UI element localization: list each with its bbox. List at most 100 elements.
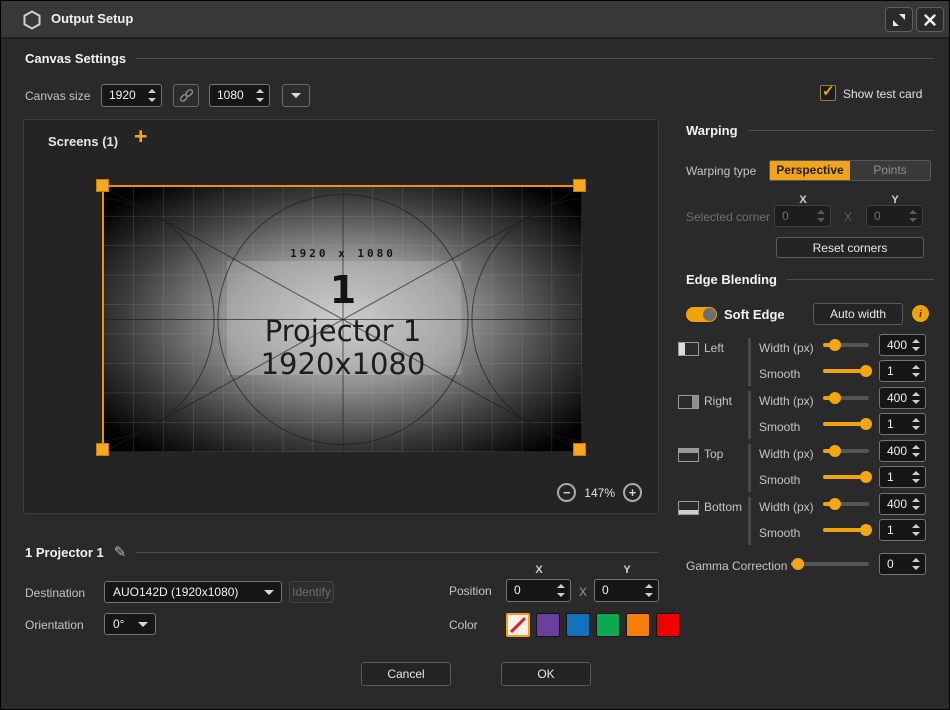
close-button[interactable] — [916, 7, 944, 32]
corner-x-value[interactable]: 0 — [782, 206, 789, 227]
slider-handle[interactable] — [860, 418, 872, 430]
width-label: Width (px) — [759, 341, 814, 355]
canvas-width-value[interactable]: 1920 — [109, 85, 136, 106]
right-smooth-slider[interactable] — [823, 417, 869, 431]
projector-screen-rect[interactable]: 1920 x 1080 1 Projector 1 1920x1080 — [102, 185, 580, 450]
zoom-in-button[interactable]: + — [623, 483, 642, 502]
left-width-slider[interactable] — [823, 338, 869, 352]
bottom-smooth-slider[interactable] — [823, 523, 869, 537]
slider-handle[interactable] — [829, 498, 841, 510]
color-swatch-purple[interactable] — [536, 613, 560, 637]
spinner-arrows[interactable] — [256, 85, 265, 106]
position-x-spinner[interactable]: 0 — [506, 579, 571, 602]
spinner-arrows[interactable] — [912, 520, 921, 540]
left-smooth-slider[interactable] — [823, 364, 869, 378]
top-smooth-value[interactable]: 1 — [887, 467, 894, 488]
slider-handle[interactable] — [860, 365, 872, 377]
cancel-button[interactable]: Cancel — [361, 662, 451, 686]
reset-corners-button[interactable]: Reset corners — [776, 237, 924, 258]
canvas-height-value[interactable]: 1080 — [217, 85, 244, 106]
slider-handle[interactable] — [792, 558, 804, 570]
destination-dropdown[interactable]: AUO142D (1920x1080) — [104, 581, 282, 603]
spinner-arrows[interactable] — [912, 494, 921, 514]
gamma-value[interactable]: 0 — [887, 554, 894, 575]
spinner-arrows[interactable] — [912, 441, 921, 461]
link-dimensions-button[interactable] — [173, 84, 199, 107]
soft-edge-toggle[interactable] — [686, 307, 717, 322]
spinner-arrows[interactable] — [912, 361, 921, 381]
identify-button[interactable]: Identify — [289, 581, 334, 603]
corner-handle-bottom-left[interactable] — [96, 443, 109, 456]
slider-handle[interactable] — [860, 524, 872, 536]
restore-window-button[interactable] — [885, 7, 913, 32]
spinner-arrows[interactable] — [912, 414, 921, 434]
show-test-card-checkbox[interactable]: ✓ — [820, 85, 836, 101]
gamma-slider[interactable] — [791, 557, 869, 571]
color-swatch-green[interactable] — [596, 613, 620, 637]
spinner-arrows[interactable] — [557, 580, 566, 601]
canvas-width-spinner[interactable]: 1920 — [101, 84, 162, 107]
corner-handle-bottom-right[interactable] — [573, 443, 586, 456]
slider-handle[interactable] — [829, 392, 841, 404]
top-width-spinner[interactable]: 400 — [879, 440, 926, 462]
screens-canvas-panel[interactable]: Screens (1) + — [23, 119, 659, 514]
app-hexagon-icon — [22, 10, 42, 30]
top-smooth-slider[interactable] — [823, 470, 869, 484]
right-width-slider[interactable] — [823, 391, 869, 405]
corner-handle-top-right[interactable] — [573, 179, 586, 192]
orientation-dropdown[interactable]: 0° — [104, 613, 156, 635]
canvas-height-spinner[interactable]: 1080 — [209, 84, 270, 107]
color-swatch-blue[interactable] — [566, 613, 590, 637]
top-smooth-spinner[interactable]: 1 — [879, 466, 926, 488]
add-screen-button[interactable]: + — [134, 125, 147, 147]
left-width-value[interactable]: 400 — [887, 335, 907, 356]
left-width-spinner[interactable]: 400 — [879, 334, 926, 356]
left-smooth-spinner[interactable]: 1 — [879, 360, 926, 382]
slider-handle[interactable] — [860, 471, 872, 483]
bottom-width-value[interactable]: 400 — [887, 494, 907, 515]
position-x-value[interactable]: 0 — [514, 580, 521, 601]
color-swatch-orange[interactable] — [626, 613, 650, 637]
toggle-knob[interactable] — [703, 308, 716, 321]
warping-type-points-button[interactable]: Points — [850, 161, 930, 180]
bottom-smooth-spinner[interactable]: 1 — [879, 519, 926, 541]
bottom-width-slider[interactable] — [823, 497, 869, 511]
top-width-value[interactable]: 400 — [887, 441, 907, 462]
right-width-value[interactable]: 400 — [887, 388, 907, 409]
slider-handle[interactable] — [829, 339, 841, 351]
spinner-arrows[interactable] — [148, 85, 157, 106]
position-y-value[interactable]: 0 — [602, 580, 609, 601]
edit-name-pencil-icon[interactable]: ✎ — [114, 543, 127, 561]
right-smooth-value[interactable]: 1 — [887, 414, 894, 435]
spinner-arrows[interactable] — [909, 206, 918, 226]
spinner-arrows[interactable] — [817, 206, 826, 226]
spinner-arrows[interactable] — [645, 580, 654, 601]
color-swatch-red[interactable] — [656, 613, 680, 637]
auto-width-button[interactable]: Auto width — [813, 303, 903, 325]
corner-x-spinner[interactable]: 0 — [774, 205, 831, 227]
bottom-smooth-value[interactable]: 1 — [887, 520, 894, 541]
spinner-arrows[interactable] — [912, 554, 921, 574]
ok-button[interactable]: OK — [501, 662, 591, 686]
slider-handle[interactable] — [829, 445, 841, 457]
corner-y-spinner[interactable]: 0 — [866, 205, 923, 227]
info-icon[interactable]: i — [912, 305, 929, 322]
bottom-width-spinner[interactable]: 400 — [879, 493, 926, 515]
right-width-spinner[interactable]: 400 — [879, 387, 926, 409]
top-width-slider[interactable] — [823, 444, 869, 458]
color-swatch-none[interactable] — [506, 613, 530, 637]
canvas-presets-dropdown-button[interactable] — [282, 84, 310, 107]
position-y-spinner[interactable]: 0 — [594, 579, 659, 602]
right-smooth-spinner[interactable]: 1 — [879, 413, 926, 435]
spinner-arrows[interactable] — [912, 335, 921, 355]
spinner-arrows[interactable] — [912, 388, 921, 408]
gamma-spinner[interactable]: 0 — [879, 553, 926, 575]
zoom-out-button[interactable]: − — [557, 483, 576, 502]
titlebar[interactable]: Output Setup — [1, 1, 949, 39]
left-smooth-value[interactable]: 1 — [887, 361, 894, 382]
corner-handle-top-left[interactable] — [96, 179, 109, 192]
corner-y-value[interactable]: 0 — [874, 206, 881, 227]
warping-type-perspective-button[interactable]: Perspective — [770, 161, 850, 180]
zoom-level: 147% — [584, 486, 615, 500]
spinner-arrows[interactable] — [912, 467, 921, 487]
